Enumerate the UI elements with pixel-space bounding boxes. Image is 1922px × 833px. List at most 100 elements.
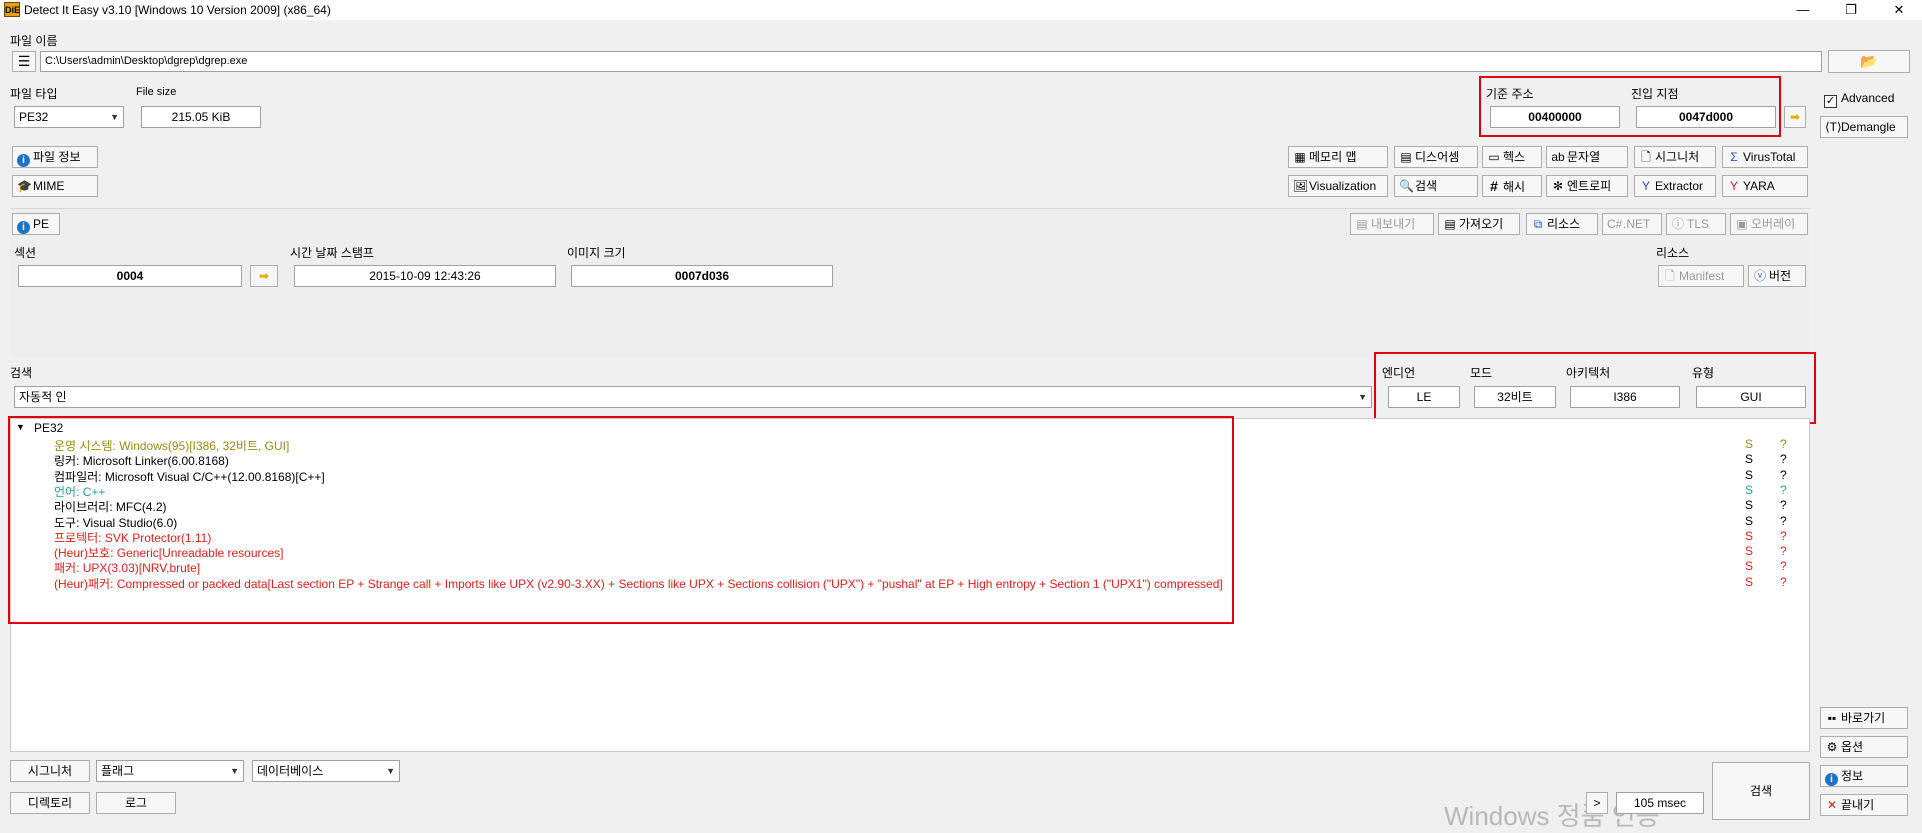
- base-address-value: 00400000: [1490, 106, 1620, 128]
- signature-button[interactable]: 🗋 시그니처: [1634, 146, 1716, 168]
- scan-button[interactable]: 검색: [1712, 762, 1810, 820]
- result-help-marker[interactable]: ?: [1780, 452, 1787, 466]
- strings-button[interactable]: ab 문자열: [1546, 146, 1628, 168]
- net-label: .NET: [1623, 217, 1651, 231]
- shortcut-label: 바로가기: [1841, 711, 1886, 725]
- file-path-input[interactable]: C:\Users\admin\Desktop\dgrep\dgrep.exe: [40, 51, 1822, 72]
- exit-button[interactable]: ✕ 끝내기: [1820, 794, 1908, 816]
- flags-select[interactable]: 플래그 ▼: [96, 760, 244, 782]
- database-select[interactable]: 데이터베이스 ▼: [252, 760, 400, 782]
- directory-button[interactable]: 디렉토리: [10, 792, 90, 814]
- result-help-marker[interactable]: ?: [1780, 514, 1787, 528]
- result-signature-marker[interactable]: S: [1745, 483, 1753, 497]
- export-button[interactable]: ▤ 내보내기: [1350, 213, 1434, 235]
- result-help-marker[interactable]: ?: [1780, 559, 1787, 573]
- scan-mode-select[interactable]: 자동적 인 ▼: [14, 386, 1372, 408]
- result-item[interactable]: 패커: UPX(3.03)[NRV,brute]: [54, 559, 200, 576]
- hex-label: 헥스: [1503, 150, 1526, 164]
- result-help-marker[interactable]: ?: [1780, 437, 1787, 451]
- result-signature-marker[interactable]: S: [1745, 575, 1753, 589]
- result-help-marker[interactable]: ?: [1780, 498, 1787, 512]
- overlay-button[interactable]: ▣ 오버레이: [1730, 213, 1808, 235]
- file-info-label: 파일 정보: [33, 150, 81, 164]
- tree-expand-icon[interactable]: ▼: [16, 422, 25, 432]
- result-help-marker[interactable]: ?: [1780, 483, 1787, 497]
- close-icon[interactable]: ✕: [1876, 0, 1922, 20]
- window-title: Detect It Easy v3.10 [Windows 10 Version…: [24, 3, 331, 17]
- log-button[interactable]: 로그: [96, 792, 176, 814]
- result-item[interactable]: 링커: Microsoft Linker(6.00.8168): [54, 452, 229, 469]
- result-help-marker[interactable]: ?: [1780, 468, 1787, 482]
- search-button[interactable]: 🔍검색: [1394, 175, 1478, 197]
- arch-label: 아키텍처: [1566, 366, 1611, 380]
- result-item[interactable]: 라이브러리: MFC(4.2): [54, 498, 167, 515]
- resources-label: 리소스: [1656, 246, 1690, 260]
- signatures-button[interactable]: 시그니처: [10, 760, 90, 782]
- tree-root-pe32[interactable]: PE32: [34, 421, 63, 435]
- sections-label: 섹션: [14, 246, 37, 260]
- close-icon: ✕: [1826, 798, 1838, 812]
- advanced-checkbox[interactable]: ✓ Advanced: [1820, 88, 1908, 110]
- file-type-select[interactable]: PE32 ▼: [14, 106, 124, 128]
- manifest-button[interactable]: 🗋 Manifest: [1658, 265, 1744, 287]
- result-help-marker[interactable]: ?: [1780, 544, 1787, 558]
- hex-button[interactable]: ▭ 헥스: [1482, 146, 1542, 168]
- sections-goto-button[interactable]: ➡: [250, 265, 278, 287]
- options-button[interactable]: ⚙ 옵션: [1820, 736, 1908, 758]
- virustotal-button[interactable]: Σ VirusTotal: [1722, 146, 1808, 168]
- minimize-icon[interactable]: —: [1780, 0, 1826, 20]
- disasm-button[interactable]: ▤ 디스어셈: [1394, 146, 1478, 168]
- demangle-label: Demangle: [1841, 120, 1896, 134]
- disasm-label: 디스어셈: [1415, 150, 1460, 164]
- result-signature-marker[interactable]: S: [1745, 559, 1753, 573]
- import-button[interactable]: ▤ 가져오기: [1438, 213, 1520, 235]
- entropy-button[interactable]: ✻ 엔트로피: [1546, 175, 1628, 197]
- hash-button[interactable]: # 해시: [1482, 175, 1542, 197]
- result-signature-marker[interactable]: S: [1745, 544, 1753, 558]
- timestamp-value: 2015-10-09 12:43:26: [294, 265, 556, 287]
- visualization-label: Visualization: [1309, 179, 1377, 193]
- result-signature-marker[interactable]: S: [1745, 498, 1753, 512]
- overlay-icon: ▣: [1736, 217, 1748, 231]
- gear-icon: ⚙: [1826, 740, 1838, 754]
- result-prefix: 컴파일러:: [54, 470, 105, 484]
- goto-entry-button[interactable]: ➡: [1784, 106, 1806, 128]
- result-signature-marker[interactable]: S: [1745, 468, 1753, 482]
- result-help-marker[interactable]: ?: [1780, 529, 1787, 543]
- info-icon: i: [17, 154, 30, 167]
- pe-button[interactable]: i PE: [12, 213, 60, 235]
- pe-label: PE: [33, 217, 50, 231]
- expand-button[interactable]: >: [1586, 792, 1608, 814]
- result-signature-marker[interactable]: S: [1745, 437, 1753, 451]
- visualization-button[interactable]: 🖼Visualization: [1288, 175, 1388, 197]
- result-signature-marker[interactable]: S: [1745, 452, 1753, 466]
- tls-button[interactable]: ⓘ TLS: [1666, 213, 1726, 235]
- shortcut-button[interactable]: ▪▪ 바로가기: [1820, 707, 1908, 729]
- info-icon: ⓘ: [1671, 217, 1684, 231]
- result-signature-marker[interactable]: S: [1745, 514, 1753, 528]
- result-signature-marker[interactable]: S: [1745, 529, 1753, 543]
- result-item[interactable]: (Heur)패커: Compressed or packed data[Last…: [54, 575, 1223, 592]
- yara-button[interactable]: Y YARA: [1722, 175, 1808, 197]
- result-prefix: 운영 시스템:: [54, 439, 120, 453]
- version-label: 버전: [1769, 269, 1792, 283]
- file-info-button[interactable]: i 파일 정보: [12, 146, 98, 168]
- resource-button[interactable]: ⧉ 리소스: [1526, 213, 1598, 235]
- extractor-button[interactable]: Y Extractor: [1634, 175, 1716, 197]
- result-text: SVK Protector(1.11): [104, 531, 212, 545]
- version-button[interactable]: ⓥ 버전: [1748, 265, 1806, 287]
- menu-icon[interactable]: ☰: [12, 51, 36, 72]
- options-label: 옵션: [1841, 740, 1864, 754]
- mime-button[interactable]: 🎓MIME: [12, 175, 98, 197]
- net-button[interactable]: C#.NET: [1602, 213, 1662, 235]
- memory-map-button[interactable]: ▦ 메모리 맵: [1288, 146, 1388, 168]
- open-folder-button[interactable]: 📂: [1828, 50, 1910, 73]
- about-button[interactable]: i 정보: [1820, 765, 1908, 787]
- demangle-button[interactable]: ⟨T⟩Demangle: [1820, 116, 1908, 138]
- result-text: Generic[Unreadable resources]: [116, 546, 284, 560]
- exit-label: 끝내기: [1841, 798, 1875, 812]
- result-help-marker[interactable]: ?: [1780, 575, 1787, 589]
- sections-value: 0004: [18, 265, 242, 287]
- mode-value: 32비트: [1474, 386, 1556, 408]
- maximize-icon[interactable]: ❐: [1828, 0, 1874, 20]
